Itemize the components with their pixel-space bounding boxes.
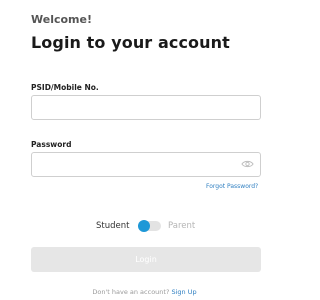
password-field[interactable]: [31, 152, 261, 178]
signup-prompt-row: Don't have an account? Sign Up: [0, 288, 281, 296]
psid-label: PSID/Mobile No.: [31, 83, 99, 92]
eye-icon[interactable]: [241, 159, 254, 169]
switch-knob: [138, 220, 150, 232]
password-label: Password: [31, 140, 72, 149]
role-switch[interactable]: [138, 220, 161, 232]
student-option-label[interactable]: Student: [96, 221, 129, 231]
signup-prompt: Don't have an account?: [92, 288, 172, 296]
role-toggle: Student Parent: [0, 218, 281, 234]
parent-option-label[interactable]: Parent: [168, 221, 195, 231]
welcome-heading: Welcome!: [31, 13, 92, 26]
forgot-password-link[interactable]: Forgot Password?: [206, 183, 258, 190]
psid-field[interactable]: [31, 95, 261, 121]
login-button[interactable]: Login: [31, 247, 261, 272]
page-title: Login to your account: [31, 33, 230, 52]
signup-link[interactable]: Sign Up: [171, 288, 196, 296]
psid-input[interactable]: [38, 97, 238, 121]
password-input[interactable]: [38, 154, 238, 178]
